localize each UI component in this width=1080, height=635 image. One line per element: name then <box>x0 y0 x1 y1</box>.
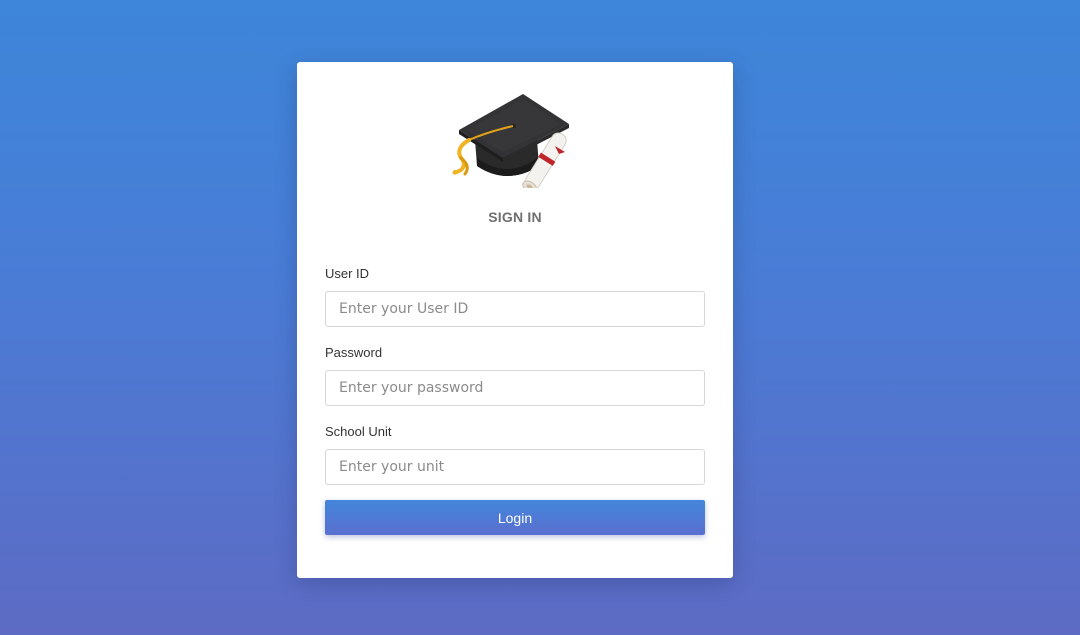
graduation-cap-icon <box>447 88 583 194</box>
password-input[interactable] <box>325 370 705 406</box>
school-unit-label: School Unit <box>325 424 392 439</box>
password-label: Password <box>325 345 383 360</box>
sign-in-title: SIGN IN <box>488 209 542 225</box>
school-unit-input[interactable] <box>325 449 705 485</box>
user-id-label: User ID <box>325 266 370 281</box>
login-card: SIGN IN User ID Password School Unit Log… <box>297 62 733 578</box>
user-id-input[interactable] <box>325 291 705 327</box>
login-button[interactable]: Login <box>325 500 705 535</box>
